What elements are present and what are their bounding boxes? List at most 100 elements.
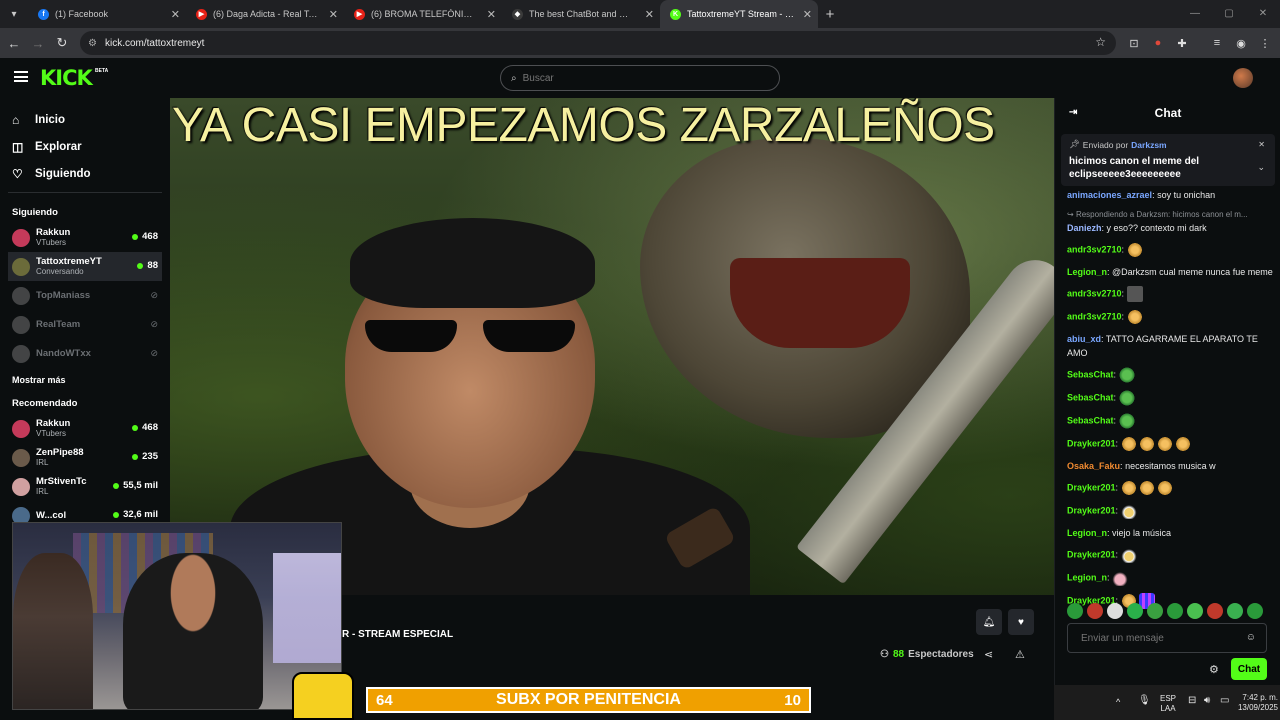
sidebar-channel[interactable]: Rakkun VTubers 468 [0,223,170,252]
chevron-down-icon[interactable]: ⌄ [1257,162,1265,173]
language-indicator[interactable]: ESP LAA [1160,694,1176,714]
chat-username[interactable]: Legion_n [1067,528,1107,538]
sidebar-channel[interactable]: ZenPipe88 IRL 235 [0,443,170,472]
reply-context[interactable]: ↪ Respondiendo a Darkzsm: hicimos canon … [1067,209,1277,221]
emote-frog-icon[interactable] [1118,390,1135,406]
quick-emote-icon[interactable] [1247,603,1263,619]
sidebar-channel[interactable]: TattoxtremeYT Conversando 88 [8,252,162,281]
profile-icon[interactable]: ◉ [1231,33,1251,53]
new-tab-button[interactable]: + [818,6,842,23]
sidebar-channel[interactable]: MrStivenTc IRL 55,5 mil [0,472,170,501]
sidebar-channel[interactable]: RealTeam ⊘ [0,310,170,339]
emote-frog-icon[interactable] [1118,367,1135,383]
reload-icon[interactable]: ↻ [50,35,74,51]
close-tab-icon[interactable]: ✕ [329,8,338,21]
pinned-message[interactable]: 📌︎ Enviado por Darkzsm hicimos canon el … [1061,134,1275,186]
quick-emote-icon[interactable] [1147,603,1163,619]
chat-username[interactable]: SebasChat [1067,369,1114,379]
sidebar-channel[interactable]: NandoWTxx ⊘ [0,339,170,368]
chat-username[interactable]: SebasChat [1067,392,1114,402]
emoji-icon[interactable]: ☺ [1246,632,1256,643]
report-icon[interactable]: ⚠ [1015,648,1025,661]
emote-wing-icon[interactable] [1138,436,1155,452]
share-icon[interactable]: ⋖ [984,648,993,661]
chat-username[interactable]: Drayker201 [1067,438,1116,448]
clock[interactable]: 7:42 p. m. 13/09/2025 [1226,693,1278,713]
emote-pink-icon[interactable] [1112,570,1129,586]
emote-wing-icon[interactable] [1126,309,1143,325]
chat-username[interactable]: Daniezh [1067,223,1102,233]
bookmark-star-icon[interactable]: ☆ [1095,35,1106,49]
notification-bell-icon[interactable]: 🔔︎ [976,609,1002,635]
menu-icon[interactable] [14,71,28,82]
back-icon[interactable]: ← [2,36,26,51]
chat-username[interactable]: andr3sv2710 [1067,288,1122,298]
follow-heart-icon[interactable]: ♥ [1008,609,1034,635]
sidebar-nav-inicio[interactable]: ⌂ Inicio [0,106,170,133]
quick-emote-icon[interactable] [1167,603,1183,619]
kick-logo[interactable]: KICK [40,66,93,90]
quick-emote-icon[interactable] [1207,603,1223,619]
microphone-icon[interactable]: 🎙︎ [1138,696,1151,706]
translate-icon[interactable]: ⊡ [1124,33,1144,53]
reading-list-icon[interactable]: ≡ [1207,33,1227,53]
quick-emote-icon[interactable] [1187,603,1203,619]
close-tab-icon[interactable]: ✕ [171,8,180,21]
chat-settings-gear-icon[interactable]: ⚙ [1209,663,1219,676]
emote-wing-icon[interactable] [1138,480,1155,496]
chat-username[interactable]: animaciones_azrael [1067,190,1152,200]
close-window-icon[interactable]: ✕ [1246,0,1280,28]
url-field[interactable]: ⚙ kick.com/tattoxtremeyt ☆ [80,31,1116,55]
sidebar-nav-siguiendo[interactable]: ♡ Siguiendo [0,160,170,187]
browser-tab[interactable]: ◆ The best ChatBot and Widgets ✕ [502,0,660,28]
emote-wing-icon[interactable] [1126,242,1143,258]
chat-username[interactable]: abiu_xd [1067,334,1101,344]
chat-username[interactable]: SebasChat [1067,415,1114,425]
close-tab-icon[interactable]: ✕ [803,8,812,21]
tab-search-icon[interactable]: ▾ [0,0,28,28]
browser-tab[interactable]: K TattoxtremeYT Stream - Watch ✕ [660,0,818,28]
chat-input-box[interactable]: ☺ [1067,623,1267,653]
quick-emote-icon[interactable] [1127,603,1143,619]
quick-emote-icon[interactable] [1067,603,1083,619]
quick-emote-icon[interactable] [1227,603,1243,619]
emote-gray-icon[interactable] [1126,286,1143,302]
video-player[interactable]: YA CASI EMPEZAMOS ZARZALEÑOS [170,98,1054,595]
extension-icon[interactable]: ● [1148,33,1168,53]
unpin-icon[interactable]: ✕ [1258,140,1265,149]
browser-tab[interactable]: f (1) Facebook ✕ [28,0,186,28]
close-tab-icon[interactable]: ✕ [645,8,654,21]
browser-menu-icon[interactable]: ⋮ [1255,33,1275,53]
volume-icon[interactable]: 🔊︎ [1204,696,1210,706]
close-tab-icon[interactable]: ✕ [487,8,496,21]
chat-input[interactable] [1081,632,1241,644]
site-info-icon[interactable]: ⚙ [88,38,97,49]
chat-username[interactable]: Drayker201 [1067,482,1116,492]
chat-username[interactable]: andr3sv2710 [1067,311,1122,321]
emote-wing-icon[interactable] [1120,436,1137,452]
minimize-icon[interactable]: — [1178,0,1212,28]
chat-username[interactable]: andr3sv2710 [1067,244,1122,254]
search-bar[interactable]: ⌕ [500,65,780,91]
forward-icon[interactable]: → [26,36,50,51]
maximize-icon[interactable]: ▢ [1212,0,1246,28]
emote-frog-icon[interactable] [1118,413,1135,429]
emote-cup-icon[interactable] [1120,547,1137,563]
extensions-puzzle-icon[interactable]: ✚ [1172,33,1192,53]
collapse-chat-icon[interactable]: ⇥ [1069,107,1077,118]
user-avatar[interactable] [1233,68,1253,88]
emote-wing-icon[interactable] [1120,480,1137,496]
emote-wing-icon[interactable] [1174,436,1191,452]
sidebar-channel[interactable]: Rakkun VTubers 468 [0,414,170,443]
emote-cup-icon[interactable] [1120,503,1137,519]
tray-chevron-icon[interactable]: ^ [1116,697,1120,707]
chat-username[interactable]: Drayker201 [1067,549,1116,559]
sidebar-nav-explorar[interactable]: ◫ Explorar [0,133,170,160]
quick-emote-icon[interactable] [1087,603,1103,619]
send-chat-button[interactable]: Chat [1231,658,1267,680]
emote-wing-icon[interactable] [1156,480,1173,496]
quick-emote-icon[interactable] [1107,603,1123,619]
pinned-by-user[interactable]: Darkzsm [1131,140,1166,150]
browser-tab[interactable]: ▶ (6) Daga Adicta - Real Team ✕ [186,0,344,28]
network-icon[interactable]: ⊟ [1188,696,1196,706]
